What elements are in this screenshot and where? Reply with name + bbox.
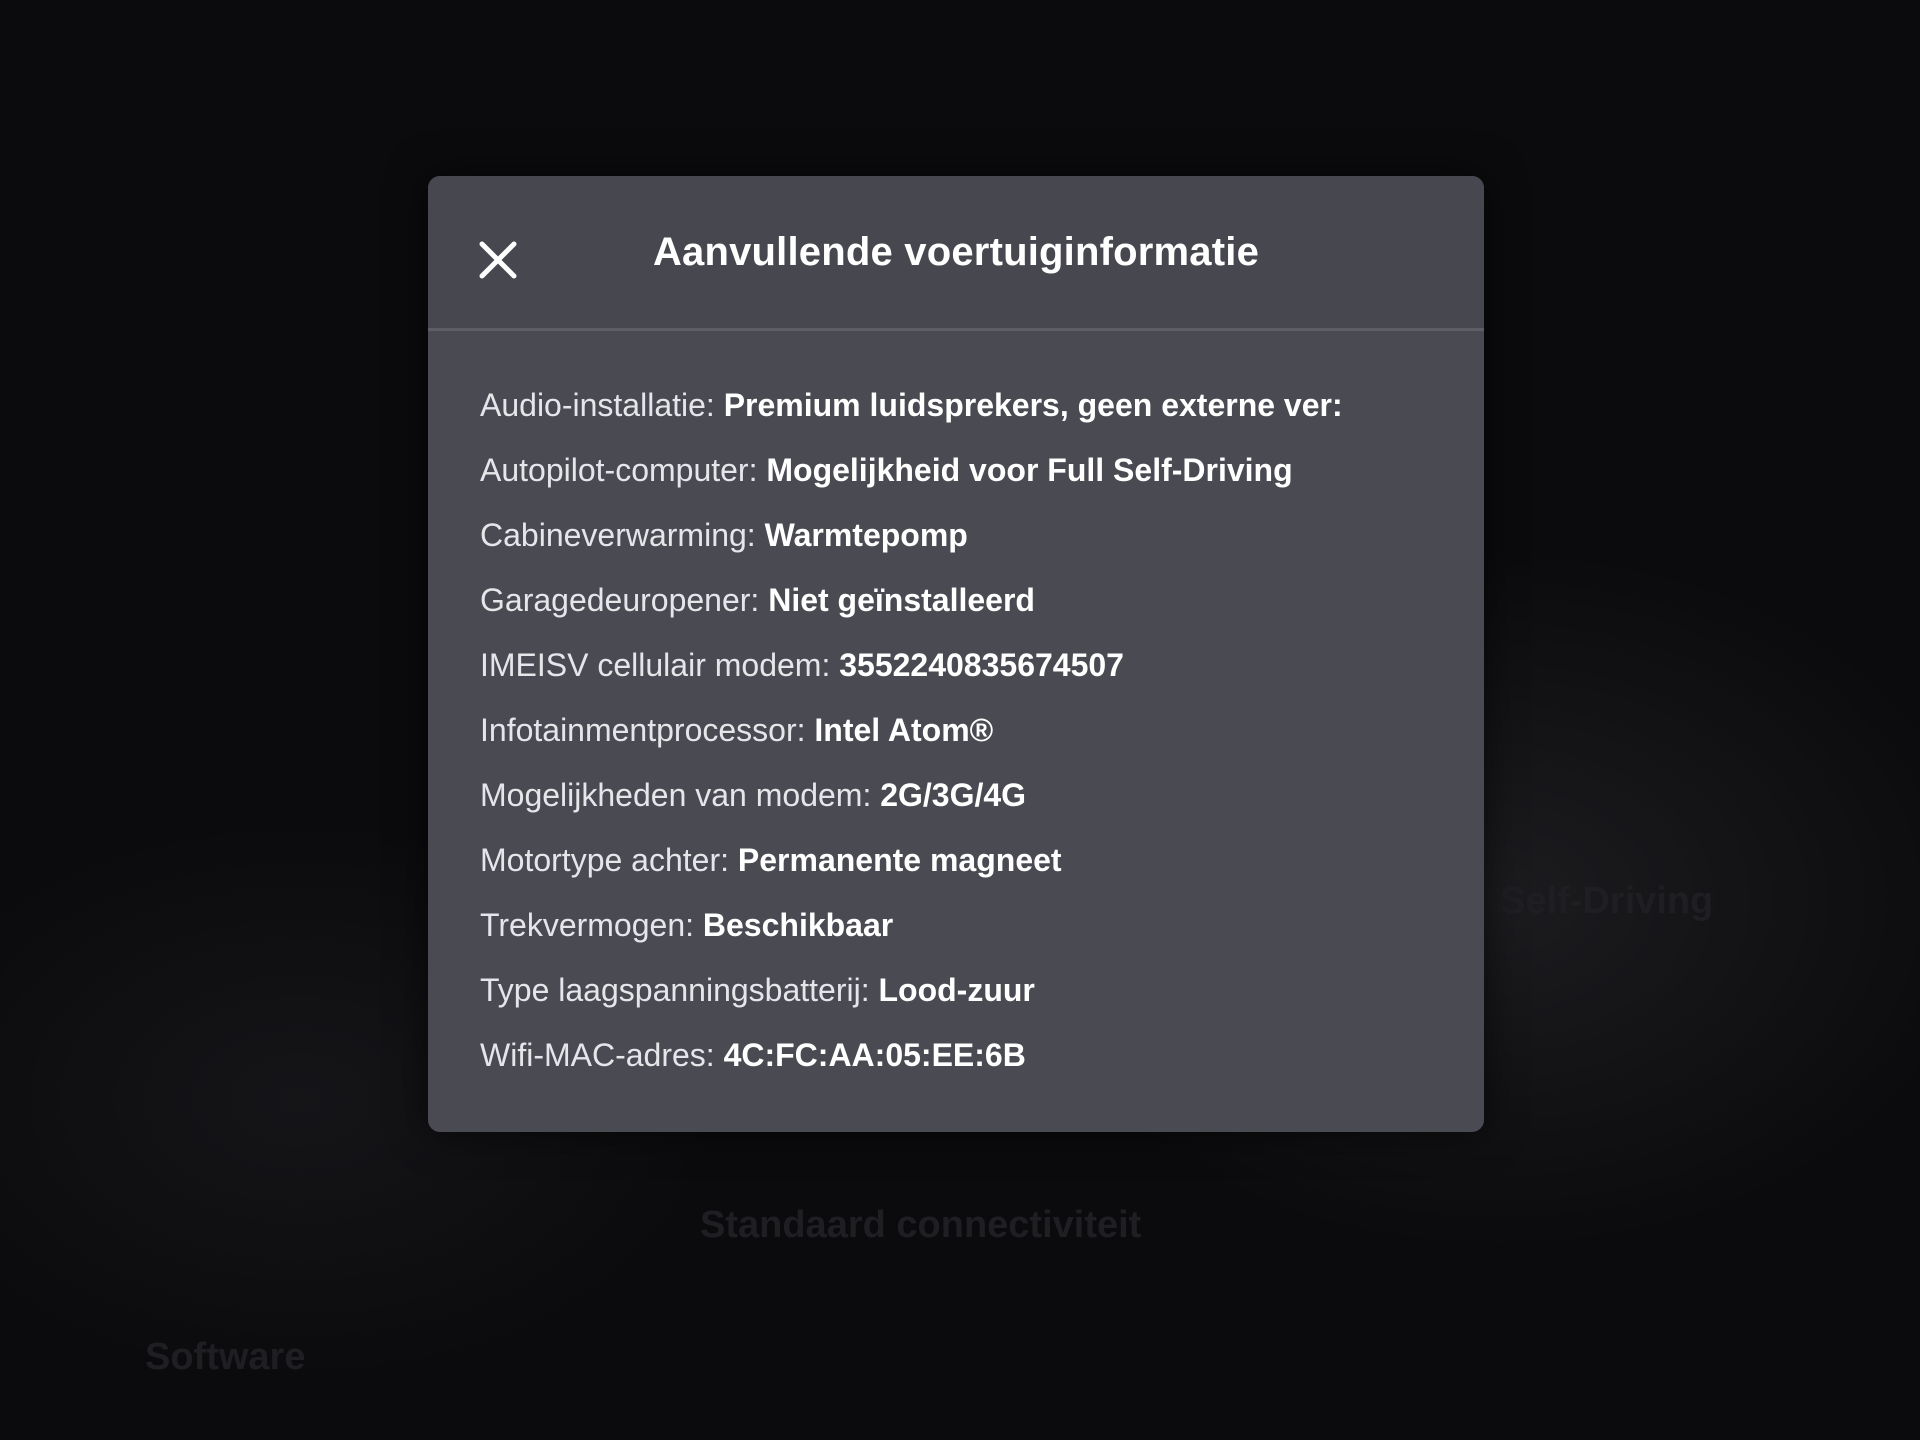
info-row-modem: Mogelijkheden van modem: 2G/3G/4G [480,763,1434,828]
info-value: Permanente magneet [737,842,1062,878]
info-row-audio: Audio-installatie: Premium luidsprekers,… [480,373,1434,438]
background-item-self-driving: Self-Driving [1500,880,1714,922]
info-value: Intel Atom® [814,712,994,748]
info-row-battery: Type laagspanningsbatterij: Lood-zuur [480,958,1434,1023]
info-row-imeisv: IMEISV cellulair modem: 3552240835674507 [480,633,1434,698]
info-label: IMEISV cellulair modem: [480,647,831,683]
info-row-towing: Trekvermogen: Beschikbaar [480,893,1434,958]
info-label: Mogelijkheden van modem: [480,777,872,813]
info-row-processor: Infotainmentprocessor: Intel Atom® [480,698,1434,763]
info-value: Niet geïnstalleerd [768,582,1035,618]
info-label: Wifi-MAC-adres: [480,1037,715,1073]
info-value: 3552240835674507 [839,647,1124,683]
background-item-connectivity: Standaard connectiviteit [700,1204,1142,1246]
info-label: Type laagspanningsbatterij: [480,972,870,1008]
info-value: 4C:FC:AA:05:EE:6B [723,1037,1026,1073]
info-label: Trekvermogen: [480,907,694,943]
info-row-motor: Motortype achter: Permanente magneet [480,828,1434,893]
info-label: Cabineverwarming: [480,517,756,553]
info-label: Infotainmentprocessor: [480,712,806,748]
info-label: Motortype achter: [480,842,729,878]
info-row-cabin-heating: Cabineverwarming: Warmtepomp [480,503,1434,568]
info-value: Premium luidsprekers, geen externe ver: [723,387,1343,423]
info-label: Audio-installatie: [480,387,715,423]
vehicle-info-dialog: Aanvullende voertuiginformatie Audio-ins… [428,176,1484,1132]
info-row-wifi-mac: Wifi-MAC-adres: 4C:FC:AA:05:EE:6B [480,1023,1434,1088]
info-row-garage-door: Garagedeuropener: Niet geïnstalleerd [480,568,1434,633]
dialog-header: Aanvullende voertuiginformatie [428,176,1484,331]
info-value: Mogelijkheid voor Full Self-Driving [766,452,1293,488]
dialog-title: Aanvullende voertuiginformatie [652,230,1260,274]
background-item-software: Software [145,1336,306,1378]
info-row-autopilot: Autopilot-computer: Mogelijkheid voor Fu… [480,438,1434,503]
info-label: Autopilot-computer: [480,452,758,488]
vehicle-screen: Standaard connectiviteit Software Self-D… [0,0,1920,1440]
info-value: Warmtepomp [764,517,968,553]
vehicle-info-list: Audio-installatie: Premium luidsprekers,… [428,331,1484,1088]
info-value: Beschikbaar [702,907,894,943]
info-value: 2G/3G/4G [880,777,1027,813]
info-value: Lood-zuur [878,972,1035,1008]
info-label: Garagedeuropener: [480,582,760,618]
